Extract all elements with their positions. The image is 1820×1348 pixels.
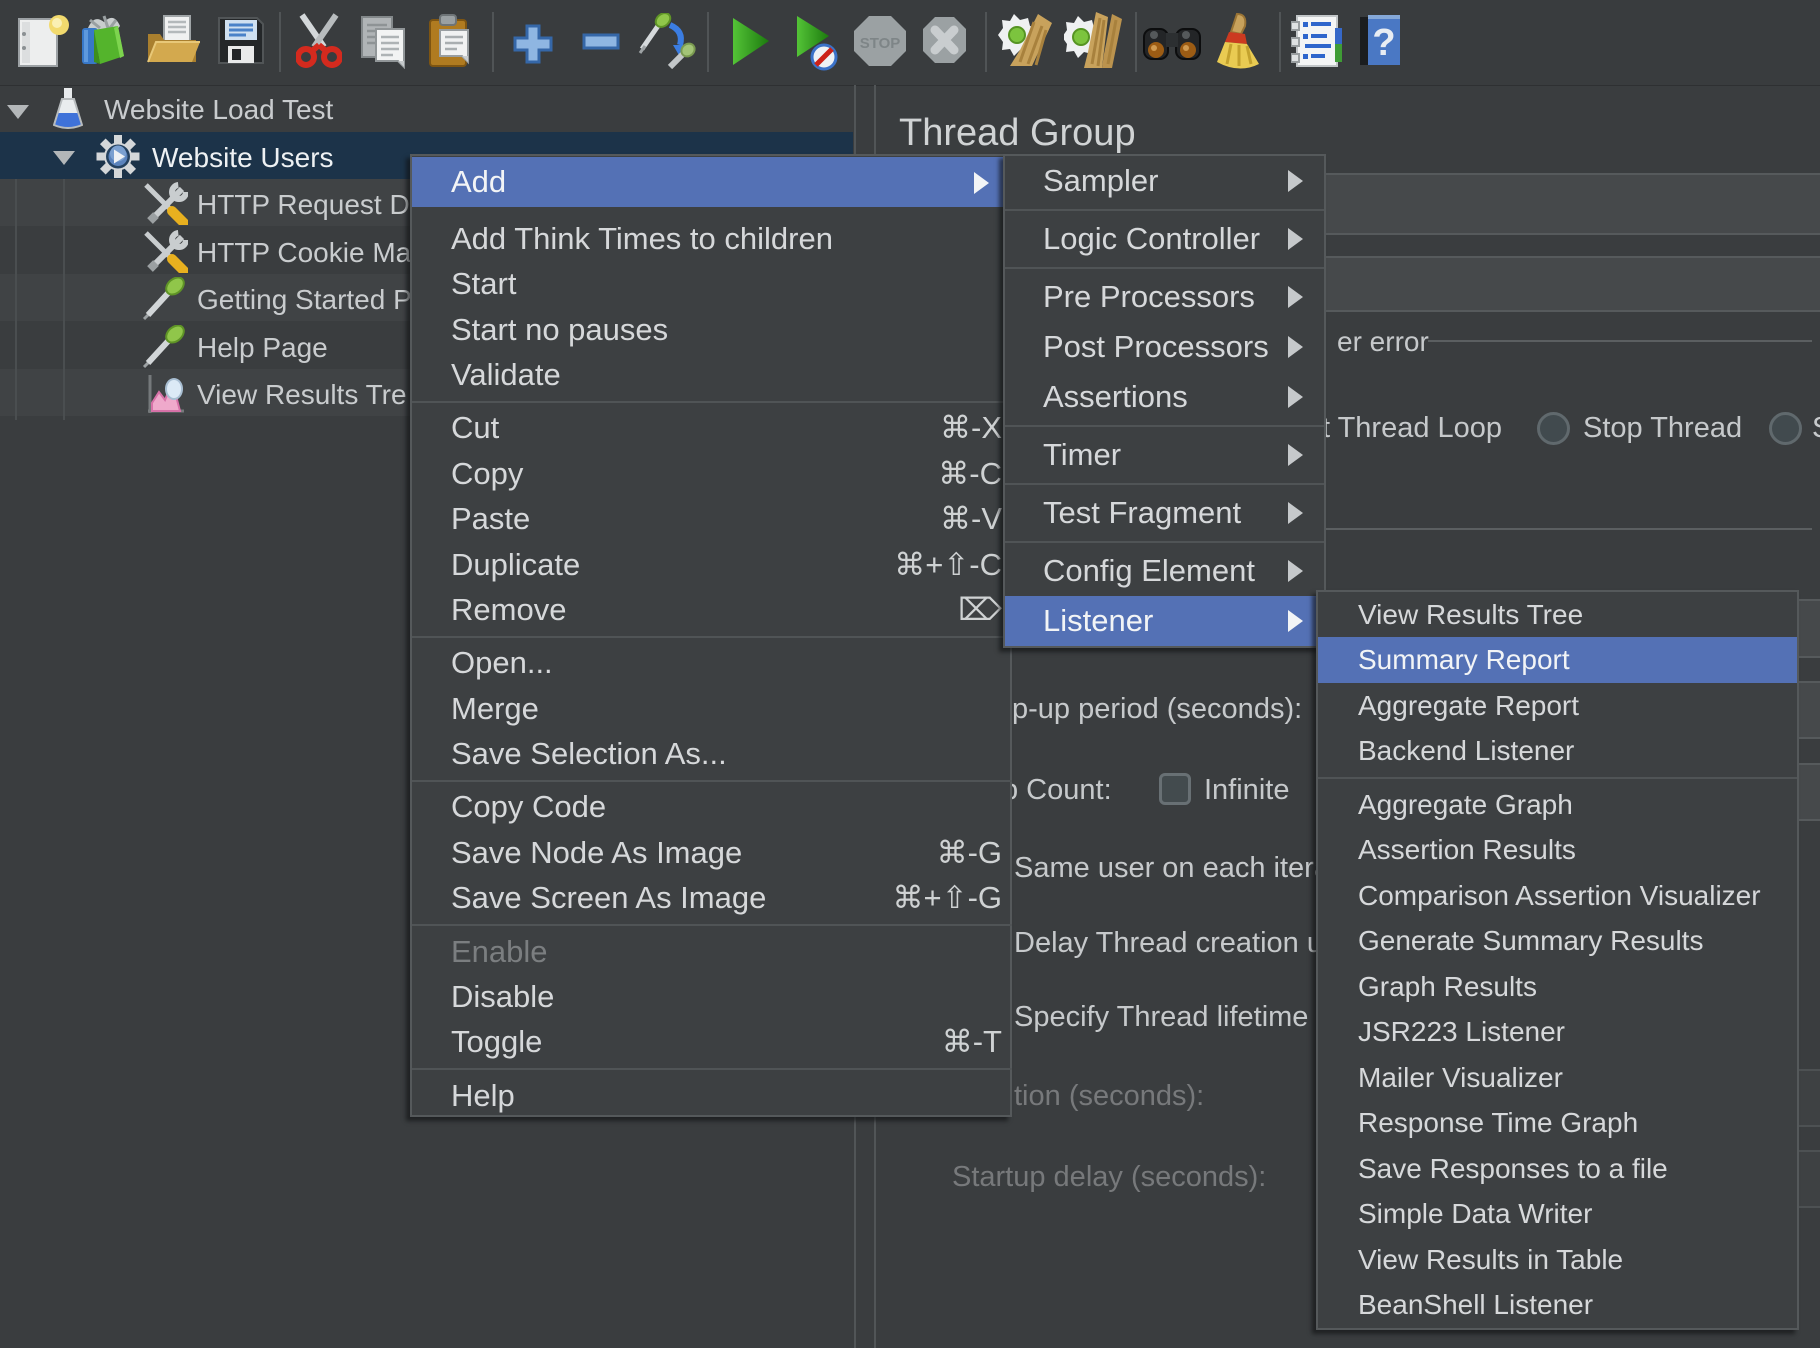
- svg-text:?: ?: [1372, 22, 1395, 64]
- svg-text:STOP: STOP: [860, 35, 901, 52]
